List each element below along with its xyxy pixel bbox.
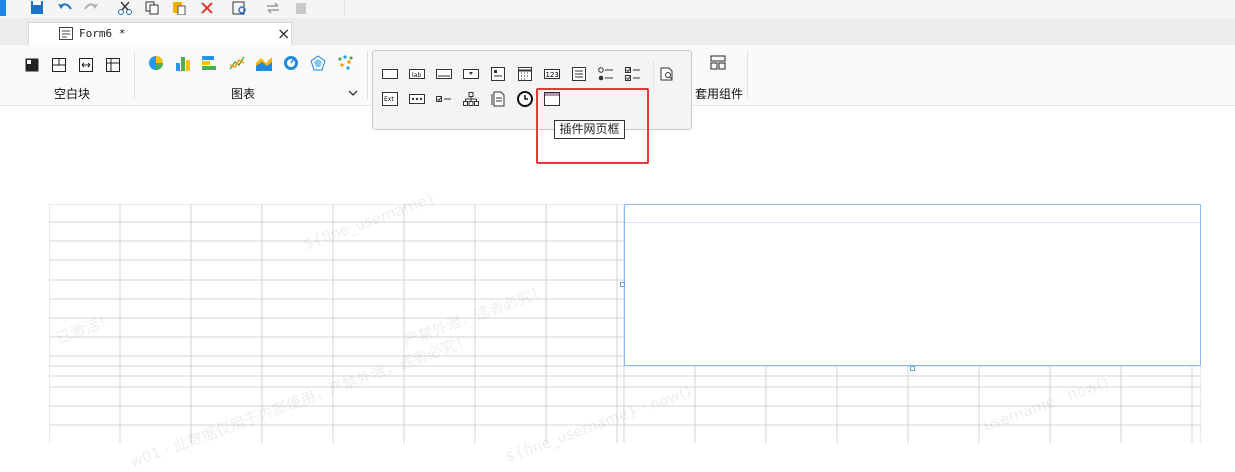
palette-divider	[653, 61, 654, 87]
frame-header-line	[625, 222, 1200, 223]
pie-chart-icon[interactable]	[148, 55, 164, 71]
resize-handle[interactable]	[620, 282, 625, 287]
scatter-chart-icon[interactable]	[337, 55, 353, 71]
tree-icon[interactable]	[462, 91, 480, 107]
selected-widget-frame[interactable]	[624, 204, 1201, 366]
paste-icon[interactable]	[170, 0, 188, 16]
checkbox-icon[interactable]	[435, 91, 453, 107]
split-vertical-icon[interactable]	[78, 57, 94, 73]
svg-text:lab: lab	[412, 72, 421, 79]
tab-layout-icon[interactable]	[105, 57, 121, 73]
combo-box-icon[interactable]	[462, 66, 480, 82]
date-picker-icon[interactable]	[489, 66, 507, 82]
quick-access-toolbar	[0, 0, 1235, 18]
save-icon[interactable]	[28, 0, 46, 16]
ext-widget-icon[interactable]: Ext	[381, 91, 399, 107]
line-chart-icon[interactable]	[229, 55, 245, 71]
label-icon[interactable]: lab	[408, 66, 426, 82]
group-divider	[134, 51, 135, 99]
split-horizontal-icon[interactable]	[51, 57, 67, 73]
button-icon[interactable]	[435, 66, 453, 82]
redo-icon[interactable]	[82, 0, 100, 16]
password-field-icon[interactable]	[408, 91, 426, 107]
number-field-icon[interactable]: 123	[543, 66, 561, 82]
swap-icon[interactable]	[264, 0, 282, 16]
absolute-block-icon[interactable]	[24, 57, 40, 73]
chart-label: 图表	[231, 87, 256, 101]
preview-icon[interactable]	[231, 0, 249, 16]
calendar-icon[interactable]	[516, 66, 534, 82]
file-upload-icon[interactable]	[489, 91, 507, 107]
undo-icon[interactable]	[56, 0, 74, 16]
horizontal-bar-icon[interactable]	[202, 55, 218, 71]
close-icon[interactable]: ×	[277, 24, 290, 43]
template-component-icon[interactable]	[710, 55, 726, 71]
cut-icon[interactable]	[116, 0, 134, 16]
svg-text:123: 123	[546, 71, 559, 79]
bar-chart-icon[interactable]	[175, 55, 191, 71]
gauge-chart-icon[interactable]	[283, 55, 299, 71]
group-divider	[367, 51, 368, 99]
checkbox-group-icon[interactable]	[624, 66, 642, 82]
tab-form6[interactable]: Form6 * ×	[28, 22, 292, 45]
svg-text:Ext: Ext	[384, 96, 394, 103]
delete-icon[interactable]	[198, 0, 216, 16]
app-icon[interactable]	[0, 0, 6, 16]
tooltip: 插件网页框	[554, 120, 625, 139]
textarea-icon[interactable]	[570, 66, 588, 82]
chevron-down-icon[interactable]	[348, 86, 358, 100]
report-preview-icon[interactable]	[658, 66, 676, 82]
group-divider	[747, 51, 748, 99]
time-picker-icon[interactable]	[516, 91, 534, 107]
resize-handle[interactable]	[910, 366, 915, 371]
form-icon	[59, 27, 73, 43]
toolbar-divider	[344, 0, 345, 16]
radar-chart-icon[interactable]	[310, 55, 326, 71]
tab-title: Form6 *	[79, 27, 126, 40]
text-field-icon[interactable]	[381, 66, 399, 82]
radio-group-icon[interactable]	[597, 66, 615, 82]
blank-block-label: 空白块	[54, 87, 91, 101]
template-component-label: 套用组件	[695, 87, 744, 101]
copy-icon[interactable]	[143, 0, 161, 16]
area-chart-icon[interactable]	[256, 55, 272, 71]
clear-icon[interactable]	[292, 0, 310, 16]
